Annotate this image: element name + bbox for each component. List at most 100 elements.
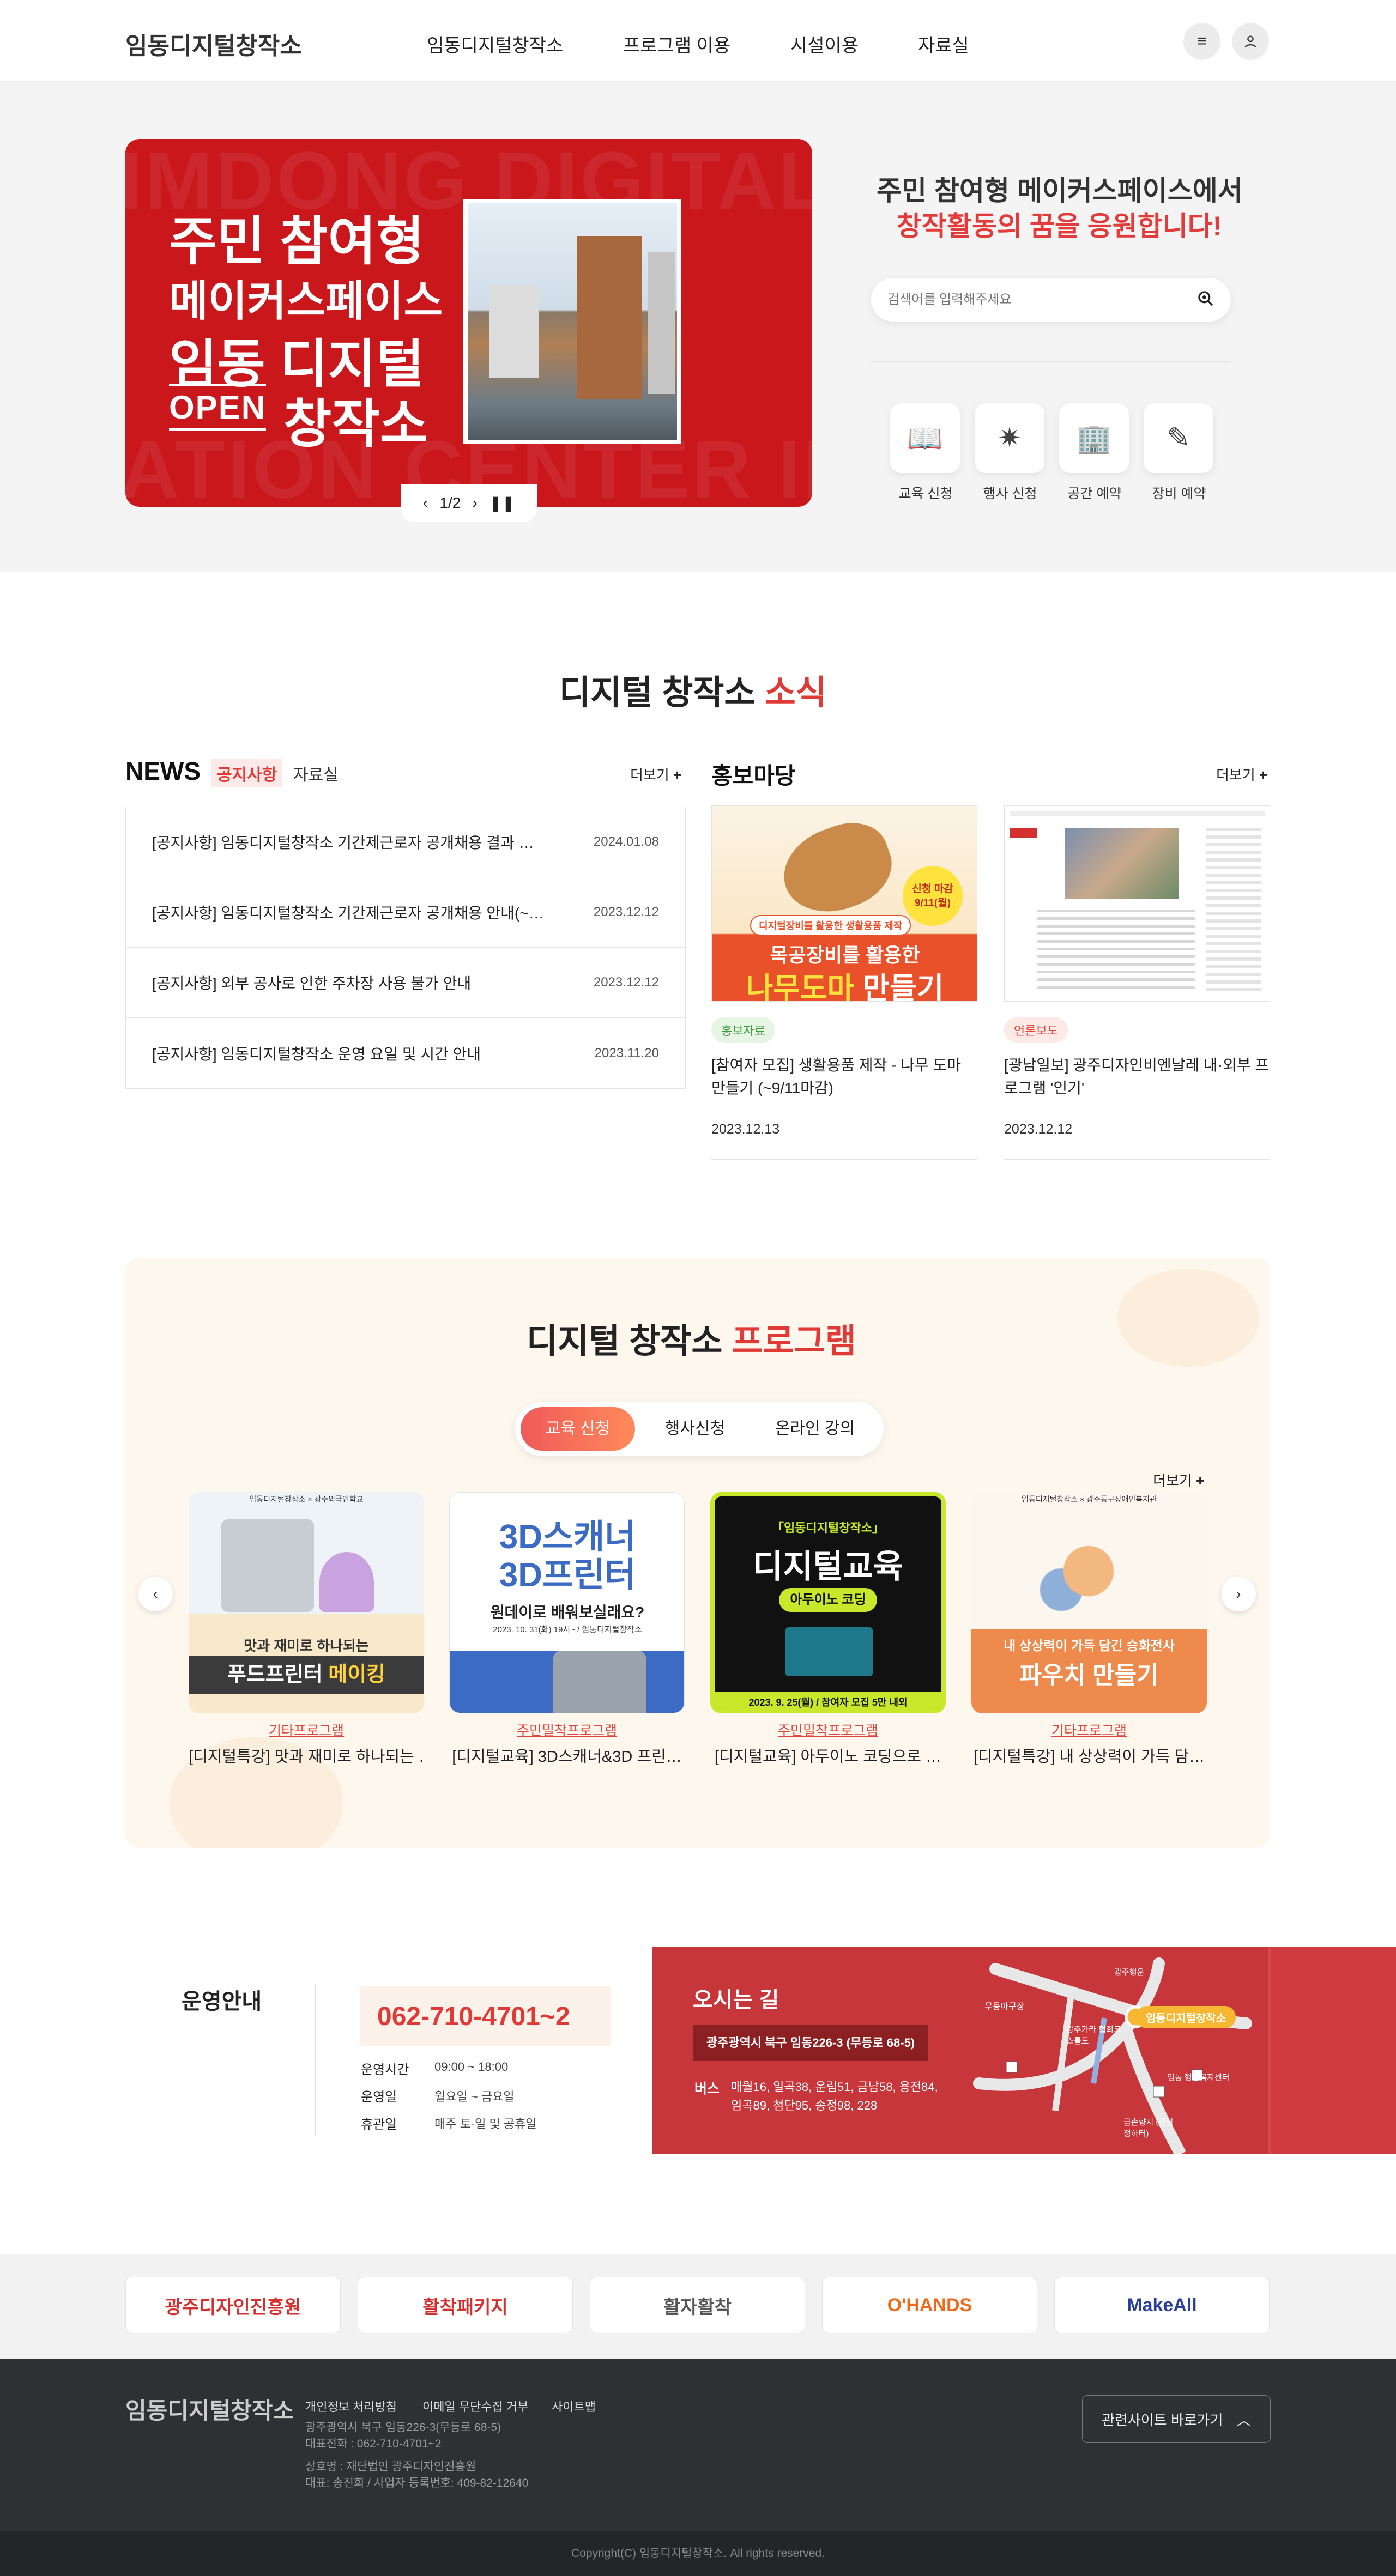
promo-img-sub: 디지털장비를 활용한 생활용품 제작: [750, 915, 911, 936]
chevron-up-icon: ︿: [1236, 2411, 1251, 2428]
footer-logo: 임동디지털창작소: [125, 2398, 294, 2423]
program-card[interactable]: 3D스캐너 3D프린터 원데이로 배워보실래요? 2023. 10. 31(화)…: [449, 1492, 685, 1767]
program-img-line1: 맛과 재미로 하나되는: [244, 1638, 369, 1654]
program-category: 기타프로그램: [1051, 1723, 1127, 1738]
news-section-title-main: 디지털 창작소: [559, 674, 756, 712]
program-tabs: 교육 신청 행사신청 온라인 강의: [515, 1402, 884, 1456]
program-title: [디지털교육] 아두이노 코딩으로 …: [714, 1748, 942, 1766]
tab-event[interactable]: 행사신청: [646, 1407, 744, 1451]
program-img-line1: 내 상상력이 가득 담긴 승화전사: [1004, 1639, 1175, 1653]
program-title-main: 디지털 창작소: [527, 1323, 723, 1360]
footer-tel: 대표전화 : 062-710-4701~2: [305, 2438, 442, 2450]
carousel-next-button[interactable]: ›: [1221, 1577, 1256, 1611]
banner-line-2: 메이커스페이스: [169, 277, 443, 325]
nav-item-facility[interactable]: 시설이용: [790, 31, 859, 57]
map-place-label: 광주가라 협회코스톨도: [1066, 2025, 1121, 2046]
quick-link-space[interactable]: 🏢 공간 예약: [1059, 403, 1130, 502]
program-thumbnail: 3D스캐너 3D프린터 원데이로 배워보실래요? 2023. 10. 31(화)…: [449, 1492, 685, 1713]
hero-banner[interactable]: IMDONG DIGITAL CRE ATION CENTER IMDON 주민…: [125, 139, 812, 507]
news-more-link[interactable]: 더보기 +: [630, 764, 681, 784]
tab-archive[interactable]: 자료실: [293, 761, 339, 785]
family-site-label: 관련사이트 바로가기: [1102, 2411, 1223, 2428]
slider-prev-button[interactable]: ‹: [423, 494, 428, 512]
site-header: 임동디지털창작소 임동디지털창작소 프로그램 이용 시설이용 자료실 ≡: [0, 0, 1396, 82]
footer-ceo: 대표: 송진희 / 사업자 등록번호: 409-82-12640: [305, 2477, 529, 2489]
tab-education[interactable]: 교육 신청: [521, 1407, 635, 1451]
program-img-line2: 파우치 만들기: [1019, 1662, 1159, 1689]
program-img-line4: 2023. 9. 25(월) / 참여자 모집 5만 내외: [715, 1692, 941, 1709]
info-row-hours: 운영시간 09:00 ~ 18:00: [361, 2060, 509, 2077]
nav-item-about[interactable]: 임동디지털창작소: [427, 31, 563, 57]
slider-controls: ‹ 1/2 › ❚❚: [401, 484, 537, 522]
program-more-link[interactable]: 더보기 +: [1153, 1470, 1204, 1490]
quick-link-education[interactable]: 📖 교육 신청: [890, 403, 961, 502]
family-site-select[interactable]: 관련사이트 바로가기 ︿: [1082, 2395, 1271, 2443]
hero-divider: [871, 361, 1231, 362]
quick-link-label: 장비 예약: [1152, 486, 1206, 501]
search-icon[interactable]: [1197, 290, 1214, 312]
program-img-line2: 3D프린터: [499, 1556, 636, 1594]
list-item[interactable]: [공지사항] 임동디지털창작소 기간제근로자 공개채용 안내(~… 2023.1…: [126, 877, 685, 948]
news-date: 2024.01.08: [593, 834, 659, 849]
program-img-line3: 아두이노 코딩: [779, 1588, 877, 1612]
news-section-title: 디지털 창작소 소식: [559, 665, 827, 714]
slider-next-button[interactable]: ›: [473, 494, 478, 512]
program-category: 주민밀착프로그램: [777, 1723, 878, 1738]
promo-tag: 홍보자료: [711, 1017, 775, 1043]
nav-item-archive[interactable]: 자료실: [918, 31, 969, 57]
partner-logo[interactable]: 활착패키지: [358, 2277, 573, 2333]
nav-item-program[interactable]: 프로그램 이용: [623, 31, 730, 57]
promo-card[interactable]: 언론보도 [광남일보] 광주디자인비엔날레 내·외부 프로그램 '인기' 202…: [1004, 805, 1270, 1160]
bus-routes: 매월16, 일곡38, 운림51, 금남58, 용전84, 임곡89, 첨단95…: [731, 2080, 938, 2112]
promo-divider: [1004, 1159, 1270, 1160]
site-logo[interactable]: 임동디지털창작소: [125, 26, 302, 61]
search-input[interactable]: [887, 289, 1182, 311]
footer-link-sitemap[interactable]: 사이트맵: [552, 2397, 596, 2415]
promo-badge-deadline: 신청 마감: [912, 883, 953, 895]
program-card[interactable]: 「임동디지털창작소」 디지털교육 아두이노 코딩 2023. 9. 25(월) …: [710, 1492, 946, 1767]
slider-pause-button[interactable]: ❚❚: [489, 494, 515, 512]
footer-link-privacy[interactable]: 개인정보 처리방침: [305, 2397, 397, 2415]
user-icon[interactable]: [1232, 23, 1269, 60]
quick-link-event[interactable]: ✷ 행사 신청: [975, 403, 1046, 502]
news-title: [공지사항] 외부 공사로 인한 주차장 사용 불가 안내: [152, 975, 472, 992]
partner-logo[interactable]: 광주디자인진흥원: [125, 2277, 341, 2333]
hero-slogan-line2: 창작활동의 꿈을 응원합니다!: [897, 211, 1222, 241]
book-icon: 📖: [890, 403, 960, 473]
program-card[interactable]: 임동디지털창작소 × 광주동구장애인복지관 내 상상력이 가득 담긴 승화전사 …: [971, 1492, 1207, 1767]
address-badge: 광주광역시 북구 임동226-3 (무등로 68-5): [693, 2025, 928, 2061]
tab-online[interactable]: 온라인 강의: [755, 1407, 875, 1451]
program-category: 주민밀착프로그램: [516, 1723, 617, 1738]
promo-thumbnail: [1004, 805, 1270, 1002]
program-img-line3: 원데이로 배워보실래요?: [490, 1604, 645, 1621]
program-category: 기타프로그램: [268, 1723, 344, 1738]
carousel-prev-button[interactable]: ‹: [138, 1577, 173, 1611]
hero-slogan-line1: 주민 참여형 메이커스페이스에서: [877, 175, 1243, 206]
menu-icon[interactable]: ≡: [1183, 23, 1220, 60]
news-title: [공지사항] 임동디지털창작소 기간제근로자 공개채용 안내(~…: [152, 905, 544, 922]
info-divider: [315, 1984, 316, 2136]
partner-logo[interactable]: MakeAll: [1054, 2277, 1270, 2333]
list-item[interactable]: [공지사항] 외부 공사로 인한 주차장 사용 불가 안내 2023.12.12: [126, 948, 685, 1018]
phone-number[interactable]: 062-710-4701~2: [377, 2002, 570, 2032]
promo-date: 2023.12.13: [711, 1122, 780, 1137]
promo-more-link[interactable]: 더보기 +: [1216, 764, 1267, 784]
partner-logo[interactable]: O'HANDS: [822, 2277, 1037, 2333]
quick-link-label: 교육 신청: [898, 486, 953, 501]
phone-box: 062-710-4701~2: [360, 1986, 611, 2046]
partner-logo[interactable]: 활자활착: [590, 2277, 805, 2333]
news-title: [공지사항] 임동디지털창작소 기간제근로자 공개채용 결과 …: [152, 834, 534, 851]
program-img-line2: 푸드프린터 메이킹: [189, 1656, 424, 1694]
banner-open-badge: OPEN: [169, 384, 267, 431]
promo-card[interactable]: 신청 마감 9/11(월) 디지털장비를 활용한 생활용품 제작 목공장비를 활…: [711, 805, 977, 1160]
news-date: 2023.12.12: [593, 905, 659, 919]
tab-notice[interactable]: 공지사항: [211, 759, 283, 787]
program-card[interactable]: 임동디지털창작소 × 광주외국인학교 맛과 재미로 하나되는 푸드프린터 메이킹…: [189, 1492, 424, 1767]
quick-link-equipment[interactable]: ✎ 장비 예약: [1144, 403, 1214, 502]
quick-link-label: 공간 예약: [1067, 486, 1122, 501]
list-item[interactable]: [공지사항] 임동디지털창작소 운영 요일 및 시간 안내 2023.11.20: [126, 1018, 685, 1088]
footer-link-email[interactable]: 이메일 무단수집 거부: [422, 2397, 528, 2415]
list-item[interactable]: [공지사항] 임동디지털창작소 기간제근로자 공개채용 결과 … 2024.01…: [126, 807, 685, 877]
promo-date: 2023.12.12: [1004, 1122, 1073, 1137]
promo-divider: [711, 1159, 977, 1160]
